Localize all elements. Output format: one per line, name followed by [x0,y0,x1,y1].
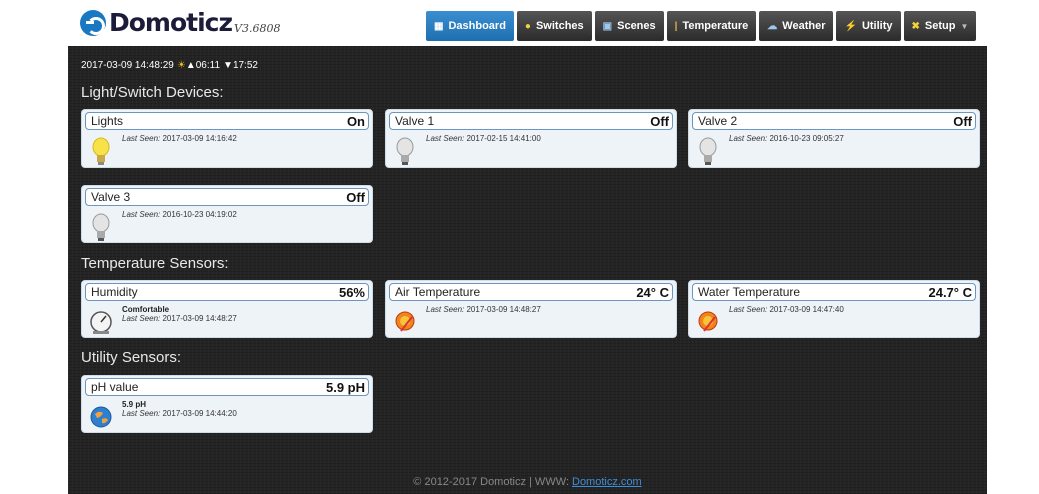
weather-icon: ☁ [767,20,778,32]
nav-utility[interactable]: ⚡ Utility [836,11,901,41]
card-header: Air Temperature 24° C [389,283,673,301]
nav-label: Switches [535,20,584,32]
device-card-humidity[interactable]: Humidity 56% Comfortable Last Seen: 2017… [81,280,373,338]
ph-reading: 5.9 pH [122,400,147,409]
last-seen: Last Seen: 2016-10-23 09:05:27 [729,134,844,143]
last-seen: Last Seen: 2017-02-15 14:41:00 [426,134,541,143]
nav-temperature[interactable]: | Temperature [666,11,757,41]
current-datetime: 2017-03-09 14:48:29 [81,60,174,71]
sun-icon: ☀ [176,60,186,71]
temperature-icon [698,311,718,332]
device-name: pH value [91,380,139,394]
device-card-ph[interactable]: pH value 5.9 pH 5.9 pH Last Seen: 2017-0… [81,375,373,433]
bulb-on-icon[interactable] [89,136,113,166]
section-title-switches: Light/Switch Devices: [81,84,224,101]
sunrise-time: 06:11 [195,60,221,71]
device-name: Water Temperature [698,285,801,299]
bulb-off-icon[interactable] [393,136,417,166]
nav-dashboard[interactable]: ▦ Dashboard [426,11,514,41]
nav-scenes[interactable]: ▣ Scenes [594,11,664,41]
bulb-icon: ● [524,20,531,32]
device-name: Valve 3 [91,190,131,204]
chevron-down-icon: ▼ [960,21,969,31]
card-header: Valve 1 Off [389,112,673,130]
card-header: Lights On [85,112,369,130]
domoticz-logo-icon [80,10,106,36]
app-name: Domoticz [109,8,233,37]
device-status[interactable]: Off [346,190,365,205]
device-status[interactable]: On [347,114,365,129]
footer-link[interactable]: Domoticz.com [572,476,642,488]
sunset-time: 17:52 [232,60,258,71]
nav-label: Temperature [682,20,749,32]
nav-setup[interactable]: ✖ Setup ▼ [903,11,977,41]
scenes-icon: ▣ [602,20,613,32]
utility-icon: ⚡ [844,20,857,32]
globe-icon [90,406,112,428]
nav-label: Weather [782,20,826,32]
device-card-valve1[interactable]: Valve 1 Off Last Seen: 2017-02-15 14:41:… [385,109,677,168]
device-status: 56% [338,284,365,300]
nav-label: Setup [924,20,956,32]
device-card-valve2[interactable]: Valve 2 Off Last Seen: 2016-10-23 09:05:… [688,109,980,168]
temperature-icon [395,311,415,332]
card-header: Valve 3 Off [85,188,369,206]
main-nav: ▦ Dashboard ● Switches ▣ Scenes | Temper… [426,11,979,41]
card-header: Humidity 56% [85,283,369,301]
sunset-icon: ▼ [223,60,233,71]
device-name: Valve 2 [698,114,738,128]
device-status: 24.7° C [928,284,972,300]
bulb-off-icon[interactable] [89,212,113,242]
device-status[interactable]: Off [953,114,972,129]
device-card-air-temperature[interactable]: Air Temperature 24° C Last Seen: 2017-03… [385,280,677,338]
nav-label: Utility [861,20,893,32]
time-bar: 2017-03-09 14:48:29 ☀ ▲ 06:11 ▼ 17:52 [81,60,258,71]
footer: © 2012-2017 Domoticz | WWW: Domoticz.com [68,476,987,488]
thermometer-icon: | [674,20,678,32]
device-name: Humidity [91,285,138,299]
device-name: Air Temperature [395,285,481,299]
nav-label: Dashboard [448,20,506,32]
last-seen: Last Seen: 2017-03-09 14:48:27 [426,305,541,314]
last-seen: Last Seen: 2017-03-09 14:48:27 [122,314,237,323]
gauge-icon [90,311,112,334]
device-card-water-temperature[interactable]: Water Temperature 24.7° C Last Seen: 201… [688,280,980,338]
card-header: Water Temperature 24.7° C [692,283,976,301]
nav-label: Scenes [617,20,656,32]
card-header: pH value 5.9 pH [85,378,369,396]
header-bar: Domoticz V3.6808 ▦ Dashboard ● Switches … [0,0,1039,46]
humidity-comfort: Comfortable [122,305,170,314]
device-card-valve3[interactable]: Valve 3 Off Last Seen: 2016-10-23 04:19:… [81,185,373,243]
nav-switches[interactable]: ● Switches [516,11,592,41]
device-name: Valve 1 [395,114,435,128]
last-seen: Last Seen: 2017-03-09 14:16:42 [122,134,237,143]
tools-icon: ✖ [911,20,920,32]
card-header: Valve 2 Off [692,112,976,130]
bulb-off-icon[interactable] [696,136,720,166]
last-seen: Last Seen: 2016-10-23 04:19:02 [122,210,237,219]
nav-weather[interactable]: ☁ Weather [759,11,834,41]
app-logo[interactable]: Domoticz V3.6808 [80,8,280,38]
last-seen: Last Seen: 2017-03-09 14:47:40 [729,305,844,314]
last-seen: Last Seen: 2017-03-09 14:44:20 [122,409,237,418]
device-status: 24° C [636,284,669,300]
device-card-lights[interactable]: Lights On Last Seen: 2017-03-09 14:16:42 [81,109,373,168]
section-title-utility: Utility Sensors: [81,349,182,366]
dashboard-main: 2017-03-09 14:48:29 ☀ ▲ 06:11 ▼ 17:52 Li… [68,46,987,494]
device-status[interactable]: Off [650,114,669,129]
dashboard-icon: ▦ [434,20,444,32]
device-name: Lights [91,114,124,128]
app-version: V3.6808 [234,22,281,35]
section-title-temperature: Temperature Sensors: [81,255,229,272]
footer-copyright: © 2012-2017 Domoticz | WWW: [413,476,569,488]
device-status: 5.9 pH [325,379,365,395]
sunrise-icon: ▲ [185,60,196,71]
